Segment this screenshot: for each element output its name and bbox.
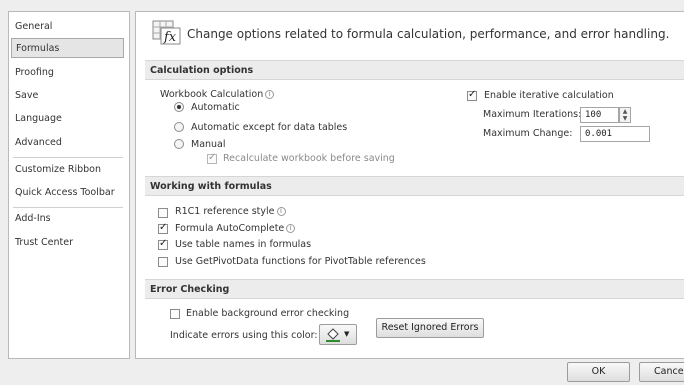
section-working-with-formulas: Working with formulas [145,176,684,196]
table-names-label[interactable]: Use table names in formulas [175,239,311,250]
page-description: Change options related to formula calcul… [187,27,670,41]
table-names-checkbox[interactable] [158,238,168,250]
paint-bucket-icon [325,328,341,345]
formula-autocomplete-label[interactable]: Formula AutoComplete i [175,223,296,234]
sidebar-item-add-ins[interactable]: Add-Ins [11,209,124,229]
cancel-button[interactable]: Cancel [639,362,684,382]
section-error-checking: Error Checking [145,279,684,299]
max-iterations-input[interactable]: 100 [580,107,619,123]
sidebar-item-proofing[interactable]: Proofing [11,63,124,83]
recalculate-before-saving-label: Recalculate workbook before saving [223,153,395,164]
max-change-input[interactable]: 0.001 [580,126,650,142]
sidebar-item-formulas[interactable]: Formulas [11,38,124,58]
automatic-except-tables-label[interactable]: Automatic except for data tables [191,122,347,133]
automatic-except-tables-radio[interactable] [174,122,184,132]
sidebar-item-advanced[interactable]: Advanced [11,133,124,153]
sidebar-item-trust-center[interactable]: Trust Center [11,233,124,253]
getpivotdata-label[interactable]: Use GetPivotData functions for PivotTabl… [175,256,426,267]
max-iterations-label: Maximum Iterations: [483,109,582,120]
enable-iterative-checkbox[interactable] [467,89,477,101]
sidebar-item-general[interactable]: General [11,17,124,37]
fx-formula-icon: fx [152,19,182,45]
automatic-label[interactable]: Automatic [191,102,240,113]
info-icon: i [276,207,286,216]
sidebar-item-save[interactable]: Save [11,86,124,106]
automatic-radio[interactable] [174,102,184,112]
background-error-checking-label[interactable]: Enable background error checking [186,308,349,319]
info-icon: i [286,224,296,233]
manual-label[interactable]: Manual [191,139,226,150]
chevron-down-icon: ▼ [344,330,350,338]
background-error-checking-checkbox[interactable] [170,309,180,319]
r1c1-reference-checkbox[interactable] [158,208,168,218]
max-change-label: Maximum Change: [483,128,573,139]
reset-ignored-errors-button[interactable]: Reset Ignored Errors [376,318,484,338]
info-icon: i [265,90,275,99]
error-color-label: Indicate errors using this color: [170,330,318,341]
formula-autocomplete-checkbox[interactable] [158,222,168,234]
sidebar-divider [13,207,123,208]
svg-text:fx: fx [163,30,177,45]
sidebar-item-quick-access-toolbar[interactable]: Quick Access Toolbar [11,183,124,203]
manual-radio[interactable] [174,139,184,149]
sidebar-divider [13,157,123,158]
options-sidebar: General Formulas Proofing Save Language … [8,11,130,359]
workbook-calculation-label: Workbook Calculation i [160,89,275,100]
r1c1-reference-label[interactable]: R1C1 reference style i [175,206,286,217]
sidebar-item-language[interactable]: Language [11,109,124,129]
sidebar-item-customize-ribbon[interactable]: Customize Ribbon [11,160,124,180]
enable-iterative-label[interactable]: Enable iterative calculation [484,90,614,101]
max-iterations-spinner[interactable]: ▲ ▼ [619,107,631,123]
recalculate-before-saving-checkbox[interactable] [207,152,217,164]
section-calculation-options: Calculation options [145,60,684,80]
getpivotdata-checkbox[interactable] [158,257,168,267]
error-color-picker[interactable]: ▼ [319,324,357,345]
ok-button[interactable]: OK [567,362,630,382]
